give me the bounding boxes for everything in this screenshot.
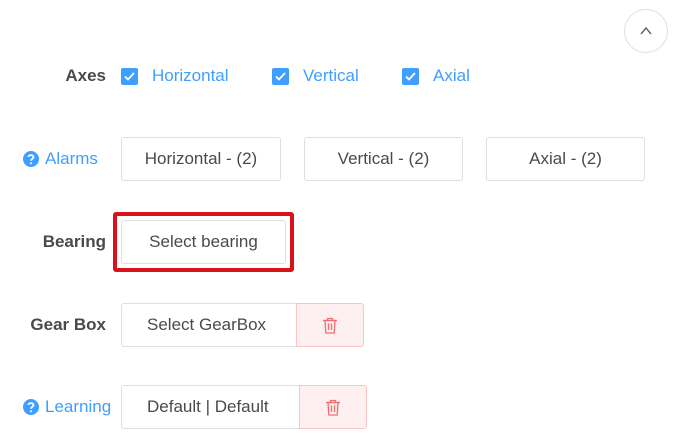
alarms-help-label[interactable]: Alarms xyxy=(23,149,98,169)
learning-label: Learning xyxy=(45,397,112,416)
trash-icon xyxy=(323,317,337,334)
gearbox-delete-button[interactable] xyxy=(296,303,364,347)
alarms-label: Alarms xyxy=(45,149,98,168)
alarm-horizontal-button[interactable]: Horizontal - (2) xyxy=(121,137,281,181)
axis-axial-label: Axial xyxy=(433,66,470,85)
gearbox-label: Gear Box xyxy=(30,315,106,334)
axis-horizontal-checkbox[interactable]: Horizontal xyxy=(121,66,229,86)
check-icon xyxy=(272,67,289,85)
axis-vertical-checkbox[interactable]: Vertical xyxy=(272,66,359,86)
select-bearing-button[interactable]: Select bearing xyxy=(121,220,286,264)
axes-label: Axes xyxy=(65,66,106,85)
question-circle-icon xyxy=(23,399,39,415)
axis-axial-checkbox[interactable]: Axial xyxy=(402,66,470,86)
chevron-up-icon xyxy=(640,26,652,35)
check-icon xyxy=(402,67,419,85)
bearing-label: Bearing xyxy=(42,232,106,251)
check-icon xyxy=(121,67,138,85)
alarm-axial-button[interactable]: Axial - (2) xyxy=(486,137,645,181)
select-gearbox-button[interactable]: Select GearBox xyxy=(121,303,296,347)
axis-horizontal-label: Horizontal xyxy=(152,66,229,85)
learning-delete-button[interactable] xyxy=(299,385,367,429)
learning-group: Default | Default xyxy=(121,385,367,429)
axis-vertical-label: Vertical xyxy=(303,66,359,85)
gearbox-group: Select GearBox xyxy=(121,303,364,347)
learning-select-button[interactable]: Default | Default xyxy=(121,385,299,429)
collapse-button[interactable] xyxy=(624,9,668,53)
learning-help-label[interactable]: Learning xyxy=(23,397,111,417)
alarm-vertical-button[interactable]: Vertical - (2) xyxy=(304,137,463,181)
trash-icon xyxy=(326,399,340,416)
question-circle-icon xyxy=(23,151,39,167)
